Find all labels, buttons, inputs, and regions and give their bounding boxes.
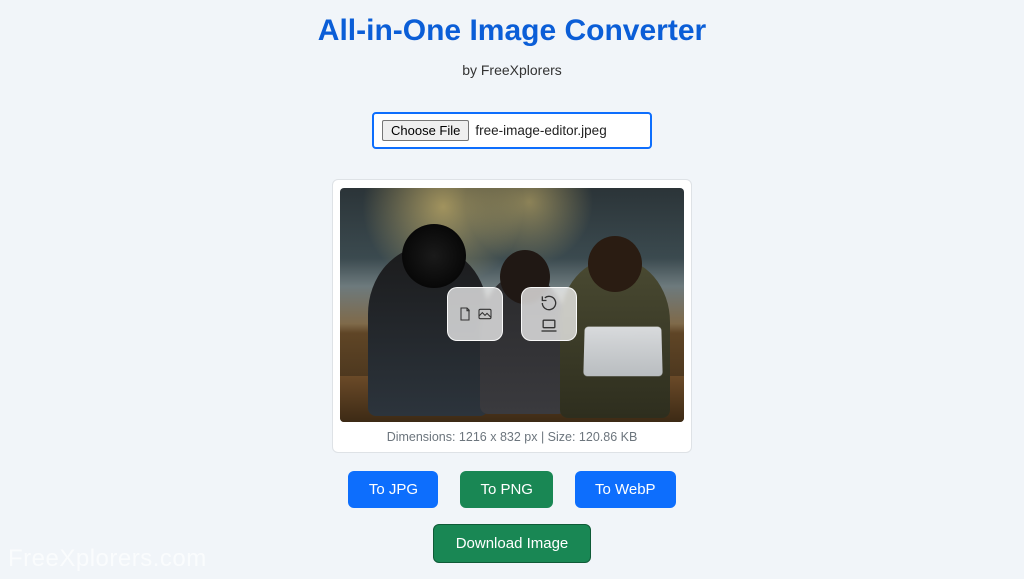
to-jpg-button[interactable]: To JPG xyxy=(348,471,438,508)
to-webp-button[interactable]: To WebP xyxy=(575,471,676,508)
to-png-button[interactable]: To PNG xyxy=(460,471,553,508)
image-icon xyxy=(477,305,493,323)
tool-tile-left xyxy=(447,287,503,341)
selected-filename: free-image-editor.jpeg xyxy=(475,123,606,138)
image-meta-text: Dimensions: 1216 x 832 px | Size: 120.86… xyxy=(387,430,638,444)
laptop-icon xyxy=(539,316,559,336)
choose-file-button[interactable]: Choose File xyxy=(382,120,469,141)
file-input-container[interactable]: Choose File free-image-editor.jpeg xyxy=(372,112,652,149)
convert-button-row: To JPG To PNG To WebP xyxy=(348,471,675,508)
download-image-button[interactable]: Download Image xyxy=(433,524,592,563)
rotate-icon xyxy=(539,293,559,313)
tool-tile-right xyxy=(521,287,577,341)
preview-image xyxy=(340,188,684,422)
watermark: FreeXplorers.com xyxy=(8,545,207,573)
page-title: All-in-One Image Converter xyxy=(318,14,706,48)
byline: by FreeXplorers xyxy=(462,62,562,78)
overlay-tool-tiles xyxy=(447,287,577,341)
preview-card: Dimensions: 1216 x 832 px | Size: 120.86… xyxy=(332,179,692,453)
document-icon xyxy=(457,305,473,323)
